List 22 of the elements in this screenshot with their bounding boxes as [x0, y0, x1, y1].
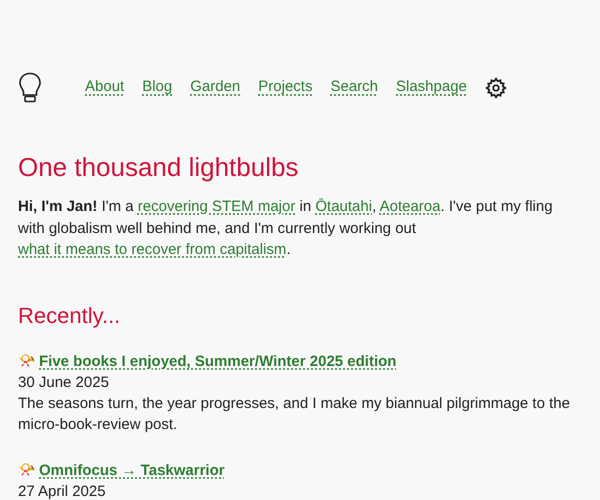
nav-link[interactable]: About	[85, 76, 124, 99]
nav-link[interactable]: Projects	[258, 76, 312, 99]
post-date: 27 April 2025	[18, 482, 107, 500]
post-horn-icon: 📯	[18, 460, 35, 480]
site-title: One thousand lightbulbs	[18, 151, 300, 184]
post-horn-icon: 📯	[18, 350, 35, 372]
nav-link[interactable]: Garden	[190, 76, 240, 99]
intro-paragraph: Hi, I'm Jan! I'm a recovering STEM major in Ōtautahi, Aotearoa. I've put my fling with globalism well behind me, and I'm currently working out what it means to recover from capitalism.	[18, 197, 554, 260]
nav-link[interactable]: Search	[330, 76, 378, 99]
nav-link[interactable]: Blog	[142, 76, 172, 99]
intro-link[interactable]: Ōtautahi	[315, 198, 372, 215]
post-summary: The seasons turn, the year progresses, and I make my biannual pilgrimmage to the micro-book-review post.	[18, 394, 571, 434]
intro-link[interactable]: Aotearoa	[380, 198, 440, 215]
recently-heading: Recently...	[18, 302, 122, 330]
lightbulb-icon[interactable]	[18, 72, 42, 104]
post-date: 30 June 2025	[18, 372, 110, 392]
post-title-link[interactable]: Omnifocus → Taskwarrior	[39, 460, 225, 480]
intro-link[interactable]: what it means to recover from capitalism	[18, 241, 286, 258]
settings-icon[interactable]	[484, 76, 507, 98]
post-title-link[interactable]: Five books I enjoyed, Summer/Winter 2025 edition	[39, 350, 396, 372]
intro-link[interactable]: recovering STEM major	[138, 198, 296, 215]
nav-link[interactable]: Slashpage	[396, 76, 467, 99]
